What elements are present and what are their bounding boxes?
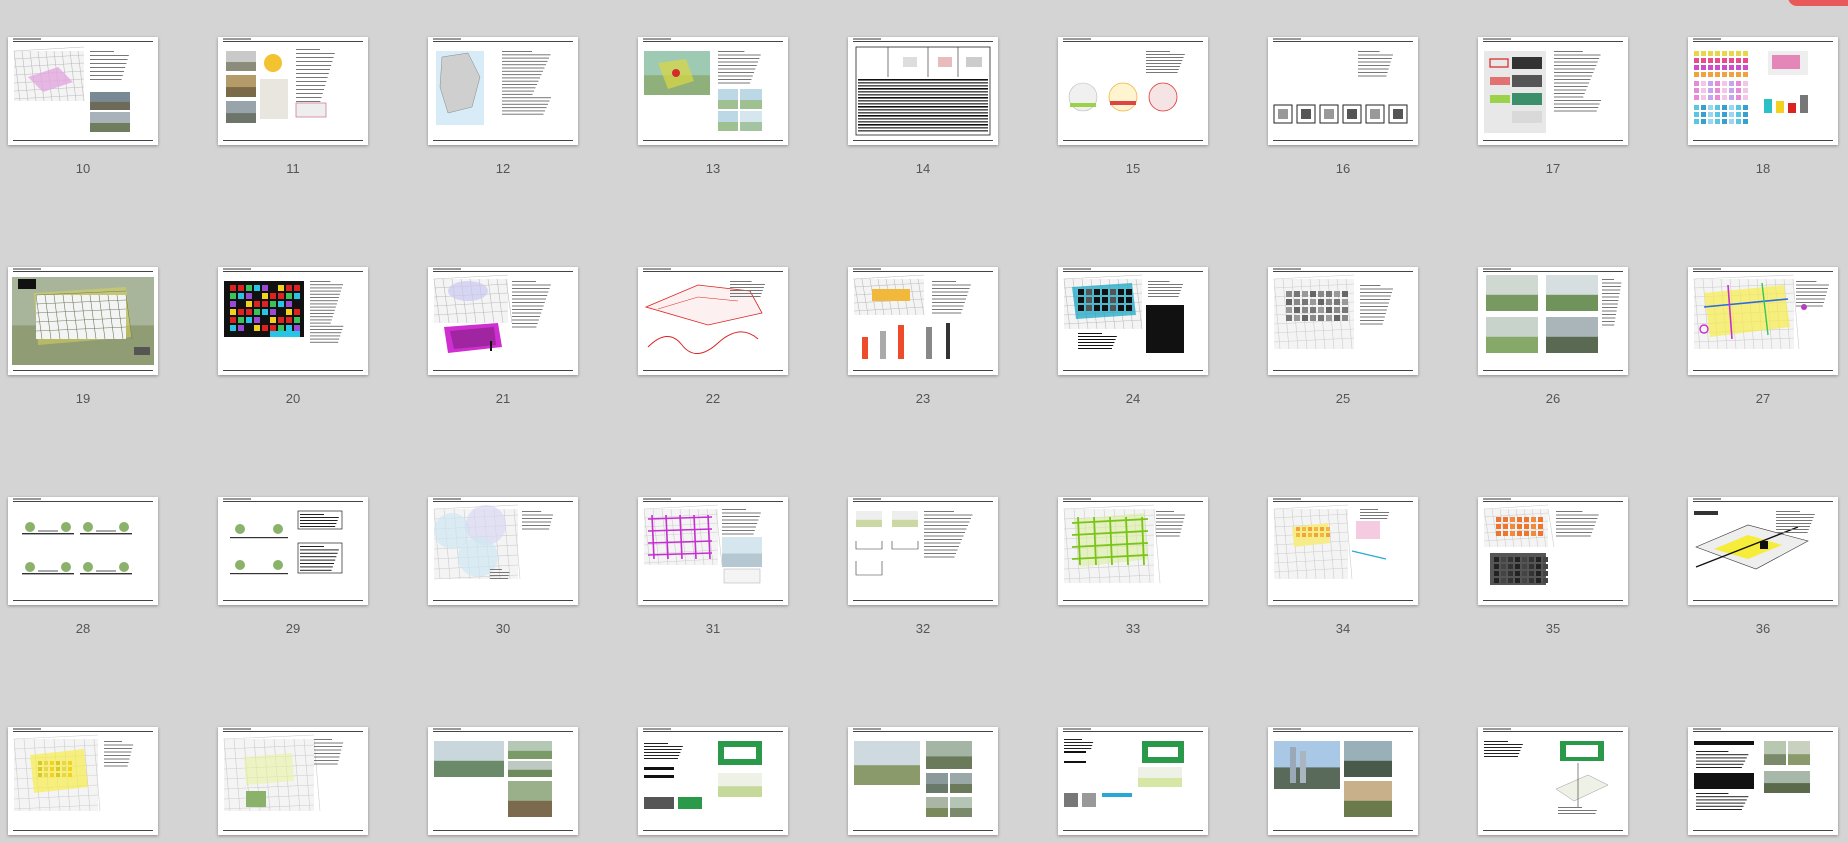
page-thumbnail[interactable] — [428, 727, 578, 835]
page-number-label: 19 — [75, 391, 91, 406]
page-thumbnail[interactable] — [8, 497, 158, 605]
page-thumbnail[interactable] — [1688, 37, 1838, 145]
page-thumbnail[interactable] — [638, 267, 788, 375]
page-number-label: 17 — [1545, 161, 1561, 176]
page-number-label: 34 — [1335, 621, 1351, 636]
page-thumbnail[interactable] — [428, 37, 578, 145]
page-thumbnail[interactable] — [1268, 497, 1418, 605]
page-thumbnail[interactable] — [428, 267, 578, 375]
page-thumbnail[interactable] — [638, 497, 788, 605]
page-thumbnail[interactable] — [218, 727, 368, 835]
page-thumbnail[interactable] — [1058, 37, 1208, 145]
page-thumbnail[interactable] — [848, 37, 998, 145]
page-thumbnail[interactable] — [1268, 267, 1418, 375]
corner-badge[interactable] — [1788, 0, 1848, 6]
page-number-label: 12 — [495, 161, 511, 176]
page-thumbnail[interactable] — [8, 727, 158, 835]
page-number-label: 35 — [1545, 621, 1561, 636]
thumbnail-grid-view: 10 11 12 13 14 15 16 17 18 19 20 21 22 23 24 25 26 27 28 29… — [0, 0, 1848, 843]
page-thumbnail[interactable] — [638, 37, 788, 145]
page-thumbnail[interactable] — [8, 267, 158, 375]
page-thumbnail[interactable] — [218, 267, 368, 375]
page-number-label: 15 — [1125, 161, 1141, 176]
page-number-label: 26 — [1545, 391, 1561, 406]
page-thumbnail[interactable] — [1688, 497, 1838, 605]
page-number-label: 33 — [1125, 621, 1141, 636]
page-thumbnail[interactable] — [1058, 267, 1208, 375]
page-number-label: 25 — [1335, 391, 1351, 406]
page-number-label: 24 — [1125, 391, 1141, 406]
page-number-label: 30 — [495, 621, 511, 636]
page-number-label: 18 — [1755, 161, 1771, 176]
page-thumbnail[interactable] — [848, 267, 998, 375]
page-number-label: 23 — [915, 391, 931, 406]
page-thumbnail[interactable] — [8, 37, 158, 145]
page-number-label: 28 — [75, 621, 91, 636]
page-number-label: 31 — [705, 621, 721, 636]
page-thumbnail[interactable] — [1478, 267, 1628, 375]
page-number-label: 14 — [915, 161, 931, 176]
page-number-label: 11 — [286, 161, 300, 176]
page-thumbnail[interactable] — [1688, 727, 1838, 835]
page-thumbnail[interactable] — [1478, 497, 1628, 605]
page-thumbnail[interactable] — [1268, 37, 1418, 145]
page-thumbnail[interactable] — [1268, 727, 1418, 835]
page-thumbnail[interactable] — [1478, 727, 1628, 835]
page-number-label: 10 — [75, 161, 91, 176]
page-number-label: 32 — [915, 621, 931, 636]
page-number-label: 21 — [495, 391, 511, 406]
page-thumbnail[interactable] — [218, 37, 368, 145]
page-thumbnail[interactable] — [1688, 267, 1838, 375]
page-number-label: 20 — [285, 391, 301, 406]
page-thumbnail[interactable] — [1478, 37, 1628, 145]
page-thumbnail[interactable] — [1058, 727, 1208, 835]
page-thumbnail[interactable] — [428, 497, 578, 605]
page-thumbnail[interactable] — [1058, 497, 1208, 605]
page-number-label: 13 — [705, 161, 721, 176]
page-number-label: 16 — [1335, 161, 1351, 176]
page-thumbnail[interactable] — [848, 727, 998, 835]
page-thumbnail[interactable] — [218, 497, 368, 605]
page-thumbnail[interactable] — [638, 727, 788, 835]
page-thumbnail[interactable] — [848, 497, 998, 605]
page-number-label: 22 — [705, 391, 721, 406]
page-number-label: 27 — [1755, 391, 1771, 406]
page-number-label: 29 — [285, 621, 301, 636]
page-number-label: 36 — [1755, 621, 1771, 636]
